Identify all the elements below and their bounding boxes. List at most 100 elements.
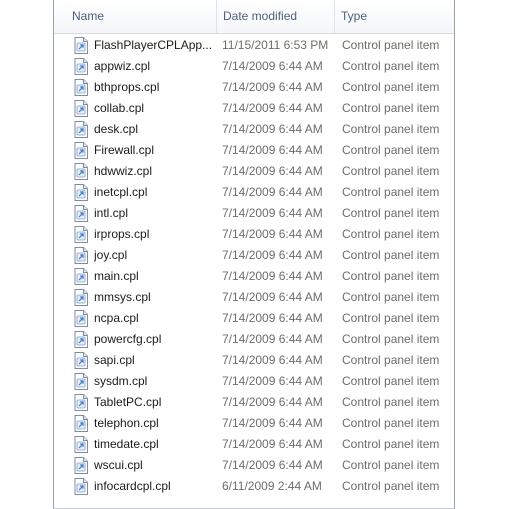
control-panel-file-icon [74,247,88,264]
control-panel-file-icon [74,394,88,411]
file-date-modified: 7/14/2009 6:44 AM [222,353,323,367]
file-date-modified: 7/14/2009 6:44 AM [222,269,323,283]
file-row[interactable]: ncpa.cpl 7/14/2009 6:44 AM Control panel… [54,308,454,329]
file-row[interactable]: powercfg.cpl 7/14/2009 6:44 AM Control p… [54,329,454,350]
file-name: ncpa.cpl [94,311,139,325]
file-date-modified: 7/14/2009 6:44 AM [222,122,323,136]
file-name: bthprops.cpl [94,80,160,94]
file-name: timedate.cpl [94,437,159,451]
control-panel-file-icon [74,457,88,474]
file-type: Control panel item [342,269,440,283]
file-name: sapi.cpl [94,353,135,367]
file-date-modified: 7/14/2009 6:44 AM [222,290,323,304]
file-row[interactable]: intl.cpl 7/14/2009 6:44 AM Control panel… [54,203,454,224]
file-name: mmsys.cpl [94,290,151,304]
file-name: TabletPC.cpl [94,395,162,409]
file-row[interactable]: joy.cpl 7/14/2009 6:44 AM Control panel … [54,245,454,266]
file-name: irprops.cpl [94,227,150,241]
file-type: Control panel item [342,458,440,472]
file-row[interactable]: wscui.cpl 7/14/2009 6:44 AM Control pane… [54,455,454,476]
file-row[interactable]: timedate.cpl 7/14/2009 6:44 AM Control p… [54,434,454,455]
file-row[interactable]: FlashPlayerCPLApp... 11/15/2011 6:53 PM … [54,35,454,56]
file-date-modified: 7/14/2009 6:44 AM [222,248,323,262]
file-row[interactable]: irprops.cpl 7/14/2009 6:44 AM Control pa… [54,224,454,245]
file-name: powercfg.cpl [94,332,162,346]
control-panel-file-icon [74,415,88,432]
file-list: FlashPlayerCPLApp... 11/15/2011 6:53 PM … [54,35,454,497]
file-date-modified: 7/14/2009 6:44 AM [222,206,323,220]
file-type: Control panel item [342,122,440,136]
file-row[interactable]: Firewall.cpl 7/14/2009 6:44 AM Control p… [54,140,454,161]
file-name: inetcpl.cpl [94,185,148,199]
file-name: collab.cpl [94,101,145,115]
file-name: desk.cpl [94,122,139,136]
file-name: Firewall.cpl [94,143,155,157]
screen: Name Date modified Type FlashPlayerCPLAp… [0,0,507,509]
file-name: FlashPlayerCPLApp... [94,38,213,52]
file-row[interactable]: appwiz.cpl 7/14/2009 6:44 AM Control pan… [54,56,454,77]
file-row[interactable]: sapi.cpl 7/14/2009 6:44 AM Control panel… [54,350,454,371]
file-type: Control panel item [342,101,440,115]
file-date-modified: 7/14/2009 6:44 AM [222,395,323,409]
file-name: intl.cpl [94,206,129,220]
control-panel-file-icon [74,163,88,180]
file-list-pane: Name Date modified Type FlashPlayerCPLAp… [53,0,455,509]
file-date-modified: 7/14/2009 6:44 AM [222,185,323,199]
file-name: telephon.cpl [94,416,159,430]
file-name: appwiz.cpl [94,59,151,73]
file-name: joy.cpl [94,248,128,262]
file-date-modified: 7/14/2009 6:44 AM [222,143,323,157]
file-date-modified: 7/14/2009 6:44 AM [222,80,323,94]
column-header-type[interactable]: Type [334,0,454,33]
file-type: Control panel item [342,416,440,430]
file-date-modified: 7/14/2009 6:44 AM [222,164,323,178]
file-type: Control panel item [342,479,440,493]
file-row[interactable]: telephon.cpl 7/14/2009 6:44 AM Control p… [54,413,454,434]
file-type: Control panel item [342,353,440,367]
file-type: Control panel item [342,290,440,304]
file-date-modified: 6/11/2009 2:44 AM [222,479,322,493]
control-panel-file-icon [74,226,88,243]
file-row[interactable]: hdwwiz.cpl 7/14/2009 6:44 AM Control pan… [54,161,454,182]
control-panel-file-icon [74,289,88,306]
file-type: Control panel item [342,164,440,178]
column-header-date-modified[interactable]: Date modified [216,0,334,33]
file-date-modified: 7/14/2009 6:44 AM [222,416,323,430]
file-row[interactable]: inetcpl.cpl 7/14/2009 6:44 AM Control pa… [54,182,454,203]
control-panel-file-icon [74,205,88,222]
file-type: Control panel item [342,374,440,388]
file-row[interactable]: mmsys.cpl 7/14/2009 6:44 AM Control pane… [54,287,454,308]
file-row[interactable]: collab.cpl 7/14/2009 6:44 AM Control pan… [54,98,454,119]
file-type: Control panel item [342,437,440,451]
file-row[interactable]: infocardcpl.cpl 6/11/2009 2:44 AM Contro… [54,476,454,497]
file-name: hdwwiz.cpl [94,164,153,178]
control-panel-file-icon [74,352,88,369]
file-date-modified: 7/14/2009 6:44 AM [222,311,323,325]
control-panel-file-icon [74,310,88,327]
file-row[interactable]: sysdm.cpl 7/14/2009 6:44 AM Control pane… [54,371,454,392]
file-row[interactable]: main.cpl 7/14/2009 6:44 AM Control panel… [54,266,454,287]
file-type: Control panel item [342,80,440,94]
control-panel-file-icon [74,100,88,117]
file-date-modified: 7/14/2009 6:44 AM [222,332,323,346]
file-name: infocardcpl.cpl [94,479,171,493]
file-name: main.cpl [94,269,139,283]
file-date-modified: 7/14/2009 6:44 AM [222,374,323,388]
control-panel-file-icon [74,268,88,285]
file-name: wscui.cpl [94,458,143,472]
file-type: Control panel item [342,395,440,409]
control-panel-file-icon [74,142,88,159]
file-date-modified: 7/14/2009 6:44 AM [222,227,323,241]
file-row[interactable]: desk.cpl 7/14/2009 6:44 AM Control panel… [54,119,454,140]
file-date-modified: 7/14/2009 6:44 AM [222,437,323,451]
control-panel-file-icon [74,121,88,138]
file-type: Control panel item [342,59,440,73]
control-panel-file-icon [74,436,88,453]
file-row[interactable]: TabletPC.cpl 7/14/2009 6:44 AM Control p… [54,392,454,413]
control-panel-file-icon [74,79,88,96]
column-header-name[interactable]: Name [66,0,216,33]
file-type: Control panel item [342,185,440,199]
control-panel-file-icon [74,373,88,390]
file-type: Control panel item [342,311,440,325]
file-row[interactable]: bthprops.cpl 7/14/2009 6:44 AM Control p… [54,77,454,98]
